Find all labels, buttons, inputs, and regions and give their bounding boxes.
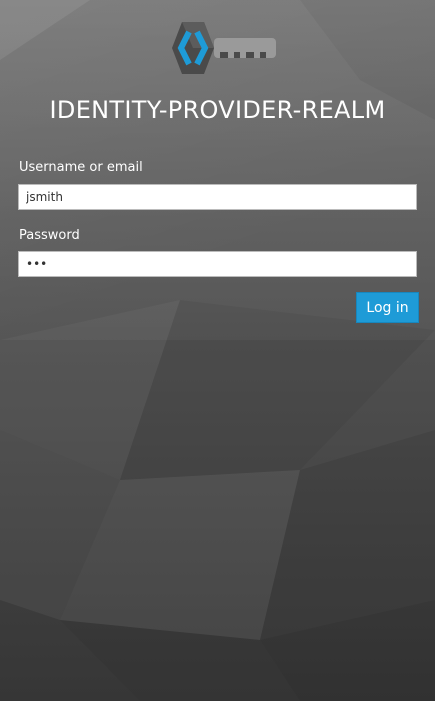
password-input[interactable] (18, 251, 417, 277)
keycloak-logo-icon (160, 18, 280, 78)
username-label: Username or email (19, 160, 143, 175)
password-label: Password (19, 228, 80, 243)
username-input[interactable] (18, 184, 417, 210)
login-button[interactable]: Log in (356, 292, 419, 323)
realm-title: IDENTITY-PROVIDER-REALM (49, 96, 386, 124)
